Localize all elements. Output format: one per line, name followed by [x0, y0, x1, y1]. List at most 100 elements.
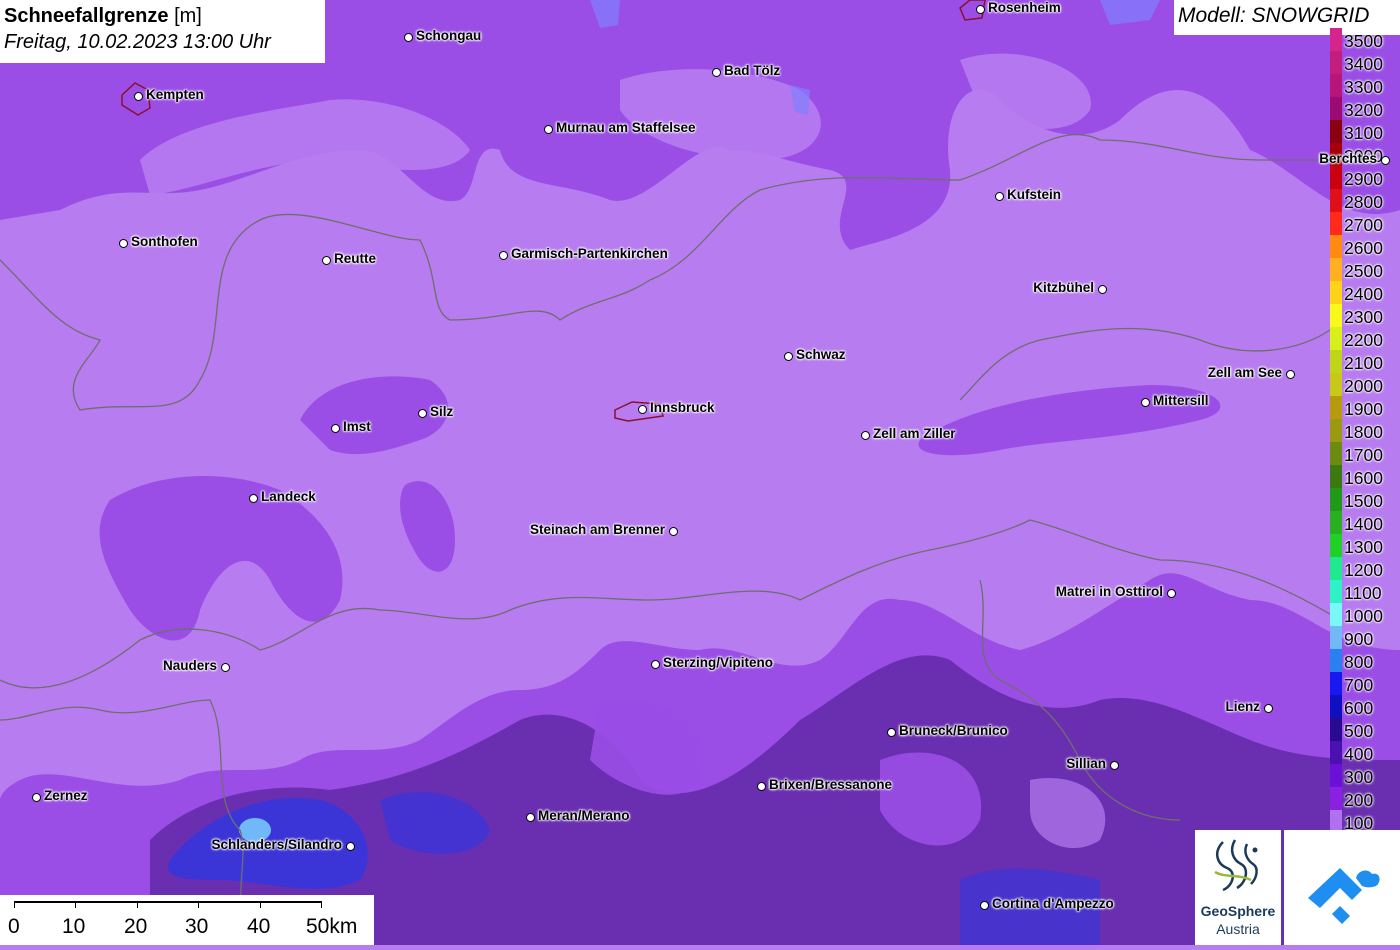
map-datetime: Freitag, 10.02.2023 13:00 Uhr	[4, 31, 271, 53]
legend-swatch	[1330, 120, 1342, 144]
city-label: Rosenheim	[988, 0, 1061, 15]
city-dot-icon	[1264, 704, 1273, 713]
city-dot-icon	[976, 5, 985, 14]
legend-label: 1900	[1344, 399, 1383, 419]
legend-row: 3100	[1328, 120, 1400, 144]
legend-label: 1300	[1344, 537, 1383, 557]
legend-row: 2700	[1328, 212, 1400, 236]
app-logo[interactable]	[1284, 830, 1400, 945]
city-label: Zell am Ziller	[873, 426, 956, 441]
legend-row: 3500	[1328, 28, 1400, 52]
city-dot-icon	[404, 33, 413, 42]
legend-label: 2900	[1344, 169, 1383, 189]
city-label: Brixen/Bressanone	[769, 777, 893, 792]
legend-row: 800	[1328, 649, 1400, 673]
snowline-map[interactable]	[0, 0, 1400, 945]
city-dot-icon	[1110, 761, 1119, 770]
legend-swatch	[1330, 327, 1342, 351]
legend-swatch	[1330, 97, 1342, 121]
legend-row: 500	[1328, 718, 1400, 742]
city-label: Imst	[343, 419, 371, 434]
city-dot-icon	[669, 527, 678, 536]
legend-swatch	[1330, 304, 1342, 328]
legend-row: 300	[1328, 764, 1400, 788]
city-label: Kufstein	[1007, 187, 1061, 202]
legend-row: 1000	[1328, 603, 1400, 627]
city-label: Murnau am Staffelsee	[556, 120, 696, 135]
scale-label-40: 40	[247, 915, 271, 938]
scale-line	[14, 901, 321, 903]
legend-row: 900	[1328, 626, 1400, 650]
legend-swatch	[1330, 511, 1342, 535]
city-dot-icon	[32, 793, 41, 802]
city-dot-icon	[526, 813, 535, 822]
geosphere-logo[interactable]: GeoSphere Austria	[1195, 830, 1281, 945]
scale-tick	[14, 901, 15, 908]
mountain-cloud-icon	[1308, 868, 1380, 924]
legend-swatch	[1330, 166, 1342, 190]
legend-label: 900	[1344, 629, 1374, 649]
legend-row: 1100	[1328, 580, 1400, 604]
legend-swatch	[1330, 603, 1342, 627]
city-dot-icon	[544, 125, 553, 134]
legend-swatch	[1330, 51, 1342, 75]
legend-swatch	[1330, 649, 1342, 673]
geosphere-sub: Austria	[1216, 921, 1260, 937]
legend-swatch	[1330, 28, 1342, 52]
legend-label: 1200	[1344, 560, 1383, 580]
scale-label-20: 20	[124, 915, 148, 938]
city-dot-icon	[1381, 156, 1390, 165]
city-label: Matrei in Osttirol	[1055, 584, 1163, 599]
legend-label: 2100	[1344, 353, 1383, 373]
scale-tick	[137, 901, 138, 908]
legend-label: 800	[1344, 652, 1374, 672]
city-dot-icon	[861, 431, 870, 440]
city-dot-icon	[980, 901, 989, 910]
map-title: Schneefallgrenze [m]	[4, 5, 202, 27]
legend-row: 2400	[1328, 281, 1400, 305]
legend-label: 1500	[1344, 491, 1383, 511]
city-dot-icon	[249, 494, 258, 503]
city-label: Zernez	[44, 788, 88, 803]
city-label: Sillian	[1066, 756, 1106, 771]
legend-swatch	[1330, 189, 1342, 213]
legend-row: 1700	[1328, 442, 1400, 466]
legend-swatch	[1330, 764, 1342, 788]
city-label: Reutte	[334, 251, 377, 266]
legend-swatch	[1330, 442, 1342, 466]
legend-label: 1700	[1344, 445, 1383, 465]
scale-label-50km: 50km	[306, 915, 358, 938]
legend-swatch	[1330, 488, 1342, 512]
legend-label: 2000	[1344, 376, 1383, 396]
legend-label: 1000	[1344, 606, 1383, 626]
legend-label: 300	[1344, 767, 1374, 787]
city-label: Bad Tölz	[724, 63, 781, 78]
city-dot-icon	[119, 239, 128, 248]
legend-row: 2800	[1328, 189, 1400, 213]
legend-label: 2400	[1344, 284, 1383, 304]
legend-label: 200	[1344, 790, 1374, 810]
legend-row: 700	[1328, 672, 1400, 696]
legend-row: 2000	[1328, 373, 1400, 397]
legend-row: 1400	[1328, 511, 1400, 535]
legend-label: 700	[1344, 675, 1374, 695]
legend-label: 400	[1344, 744, 1374, 764]
legend-label: 2200	[1344, 330, 1383, 350]
legend-row: 3300	[1328, 74, 1400, 98]
city-label: Sonthofen	[131, 234, 198, 249]
city-dot-icon	[712, 68, 721, 77]
city-label: Berchtes	[1319, 151, 1377, 166]
city-dot-icon	[346, 842, 355, 851]
city-label: Schlanders/Silandro	[211, 837, 342, 852]
legend-swatch	[1330, 672, 1342, 696]
city-label: Cortina d'Ampezzo	[992, 896, 1114, 911]
city-dot-icon	[651, 660, 660, 669]
legend-label: 1100	[1344, 583, 1382, 603]
scale-tick	[198, 901, 199, 908]
scale-label-30: 30	[185, 915, 209, 938]
legend-label: 2500	[1344, 261, 1383, 281]
legend-swatch	[1330, 580, 1342, 604]
city-dot-icon	[887, 728, 896, 737]
city-label: Kempten	[146, 87, 204, 102]
legend-label: 1400	[1344, 514, 1383, 534]
